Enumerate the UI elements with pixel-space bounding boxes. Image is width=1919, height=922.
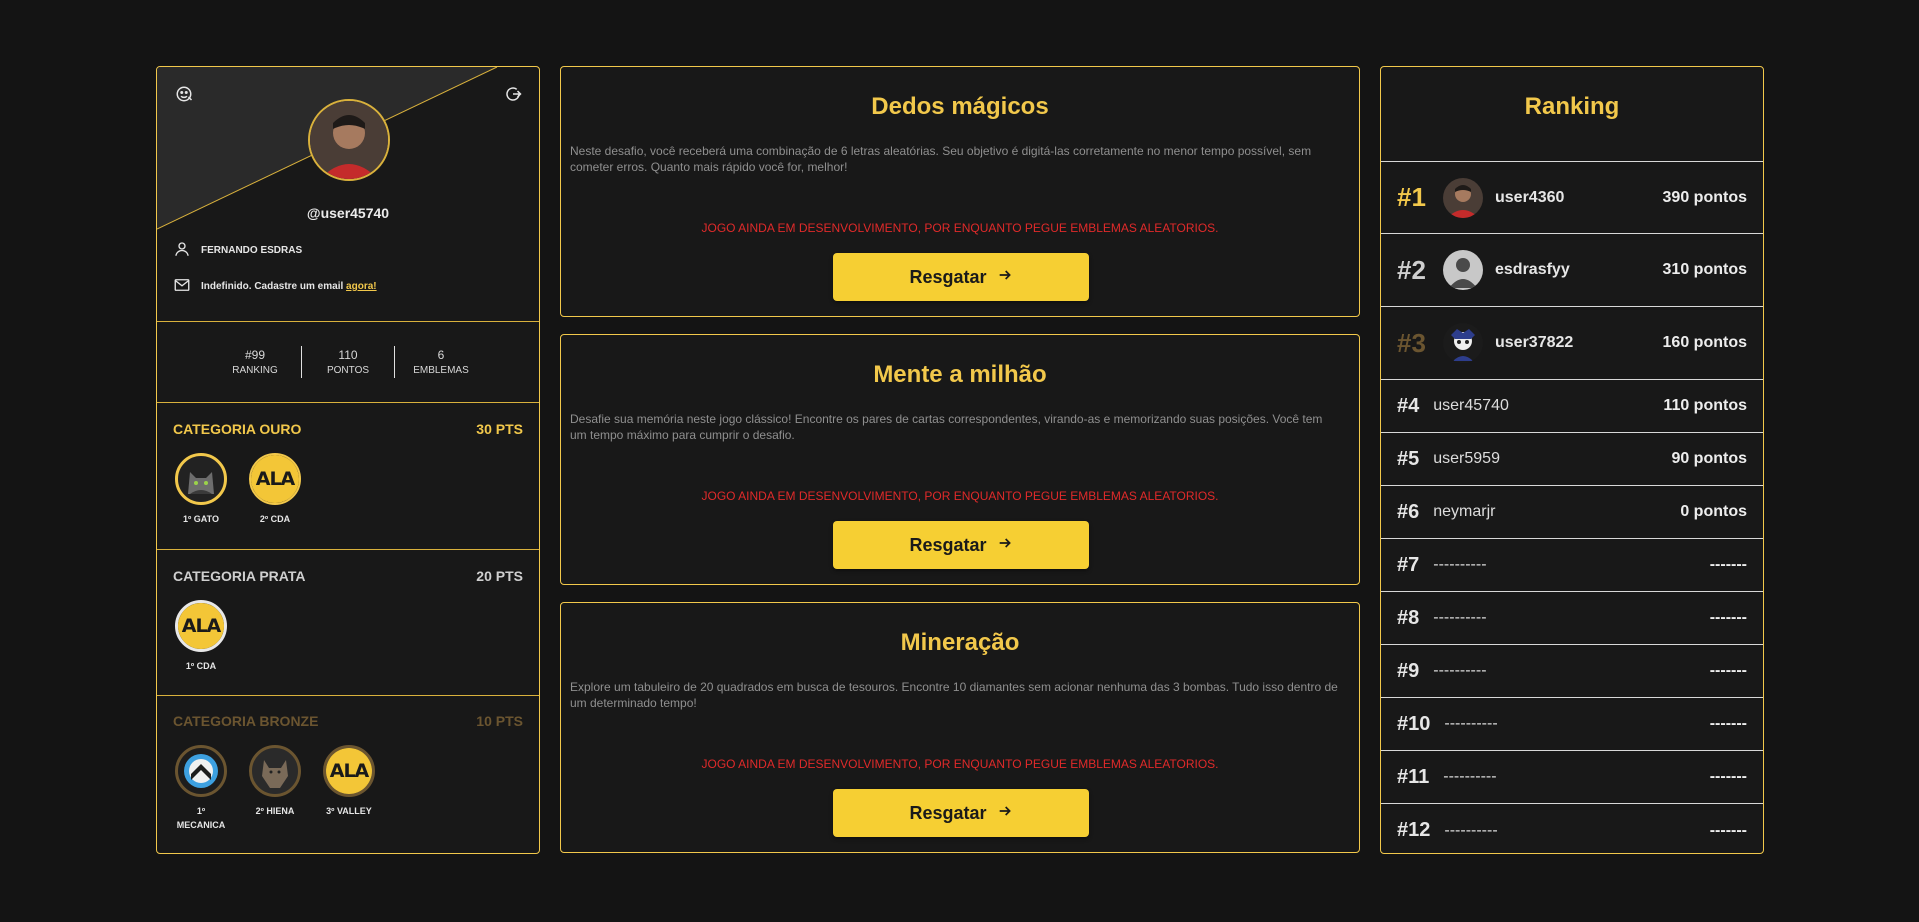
category-silver-title: CATEGORIA PRATA: [173, 568, 306, 584]
badge-valley[interactable]: ALA 3º VALLEY: [321, 745, 377, 832]
ranking-row[interactable]: #12 ---------- -------: [1381, 804, 1763, 853]
game-card-mineracao: Mineração Explore um tabuleiro de 20 qua…: [560, 602, 1360, 853]
avatar: [308, 99, 390, 181]
ranking-list: #1 user4360 390 pontos #2 esdrasfyy 310 …: [1381, 161, 1763, 853]
ala-emblem-icon: ALA: [249, 453, 301, 505]
ranking-row[interactable]: #11 ---------- -------: [1381, 751, 1763, 804]
category-gold-title: CATEGORIA OURO: [173, 421, 302, 437]
badge-cda[interactable]: ALA 1º CDA: [173, 600, 229, 673]
arrow-right-icon: [997, 803, 1013, 824]
game-warning: JOGO AINDA EM DESENVOLVIMENTO, POR ENQUA…: [701, 489, 1219, 503]
ala-emblem-icon: ALA: [323, 745, 375, 797]
arrow-right-icon: [997, 267, 1013, 288]
ranking-row[interactable]: #8 ---------- -------: [1381, 592, 1763, 645]
user-icon: [173, 240, 191, 261]
ranking-row[interactable]: #2 esdrasfyy 310 pontos: [1381, 234, 1763, 307]
category-bronze-title: CATEGORIA BRONZE: [173, 713, 319, 729]
profile-name-row: FERNANDO ESDRAS: [173, 240, 302, 261]
arrow-right-icon: [997, 535, 1013, 556]
profile-stats: #99 RANKING 110 PONTOS 6 EMBLEMAS: [157, 321, 539, 403]
stat-ranking: #99 RANKING: [232, 348, 278, 376]
ranking-row[interactable]: #4 user45740 110 pontos: [1381, 380, 1763, 433]
badge-gato[interactable]: 1º GATO: [173, 453, 229, 526]
game-warning: JOGO AINDA EM DESENVOLVIMENTO, POR ENQUA…: [701, 757, 1219, 771]
category-silver-points: 20 PTS: [476, 568, 523, 584]
ranking-row[interactable]: #7 ---------- -------: [1381, 539, 1763, 592]
resgatar-button[interactable]: Resgatar: [833, 253, 1089, 301]
avatar: [1443, 177, 1483, 218]
ranking-row[interactable]: #9 ---------- -------: [1381, 645, 1763, 698]
game-title: Mineração: [900, 629, 1020, 656]
resgatar-button[interactable]: Resgatar: [833, 789, 1089, 837]
resgatar-button[interactable]: Resgatar: [833, 521, 1089, 569]
ranking-row[interactable]: #6 neymarjr 0 pontos: [1381, 486, 1763, 539]
ranking-row[interactable]: #5 user5959 90 pontos: [1381, 433, 1763, 486]
ranking-row[interactable]: #1 user4360 390 pontos: [1381, 161, 1763, 234]
cat-emblem-icon: [175, 453, 227, 505]
game-description: Neste desafio, você receberá uma combina…: [570, 144, 1312, 174]
profile-email-row: Indefinido. Cadastre um email agora!: [173, 276, 377, 297]
game-title: Dedos mágicos: [871, 93, 1049, 120]
category-silver: CATEGORIA PRATA 20 PTS ALA 1º CDA: [157, 549, 539, 696]
game-card-dedos-magicos: Dedos mágicos Neste desafio, você recebe…: [560, 66, 1360, 317]
gear-emblem-icon: [175, 745, 227, 797]
category-bronze-points: 10 PTS: [476, 713, 523, 729]
badge-mecanica[interactable]: 1º MECANICA: [173, 745, 229, 832]
edit-avatar-icon[interactable]: [175, 85, 195, 105]
category-bronze: CATEGORIA BRONZE 10 PTS 1º MECANICA 2º H…: [157, 695, 539, 853]
badge-hiena[interactable]: 2º HIENA: [247, 745, 303, 832]
add-email-link[interactable]: agora!: [346, 281, 377, 292]
game-card-mente-a-milhao: Mente a milhão Desafie sua memória neste…: [560, 334, 1360, 585]
ranking-row[interactable]: #3 user37822 160 pontos: [1381, 307, 1763, 380]
game-description: Explore um tabuleiro de 20 quadrados em …: [570, 680, 1338, 710]
badge-cda[interactable]: ALA 2º CDA: [247, 453, 303, 526]
game-warning: JOGO AINDA EM DESENVOLVIMENTO, POR ENQUA…: [701, 221, 1219, 235]
game-title: Mente a milhão: [873, 361, 1047, 388]
profile-header: @user45740 FERNANDO ESDRAS Indefinido. C…: [157, 67, 539, 321]
ranking-panel: Ranking #1 user4360 390 pontos #2 esdras…: [1380, 66, 1764, 854]
category-gold-points: 30 PTS: [476, 421, 523, 437]
mail-icon: [173, 276, 191, 297]
stat-badges: 6 EMBLEMAS: [413, 348, 469, 376]
profile-full-name: FERNANDO ESDRAS: [201, 245, 303, 256]
stat-points: 110 PONTOS: [326, 348, 370, 376]
ranking-title: Ranking: [1524, 93, 1620, 120]
logout-icon[interactable]: [504, 85, 524, 105]
hyena-emblem-icon: [249, 745, 301, 797]
default-avatar-icon: [1443, 250, 1483, 290]
ranking-row[interactable]: #10 ---------- -------: [1381, 698, 1763, 751]
ala-emblem-icon: ALA: [175, 600, 227, 652]
category-gold: CATEGORIA OURO 30 PTS 1º GATO ALA 2º CDA: [157, 402, 539, 550]
avatar: [1443, 323, 1483, 363]
profile-panel: @user45740 FERNANDO ESDRAS Indefinido. C…: [156, 66, 540, 854]
game-description: Desafie sua memória neste jogo clássico!…: [570, 412, 1323, 442]
email-text: Indefinido. Cadastre um email: [201, 281, 344, 292]
profile-username: @user45740: [306, 205, 390, 221]
